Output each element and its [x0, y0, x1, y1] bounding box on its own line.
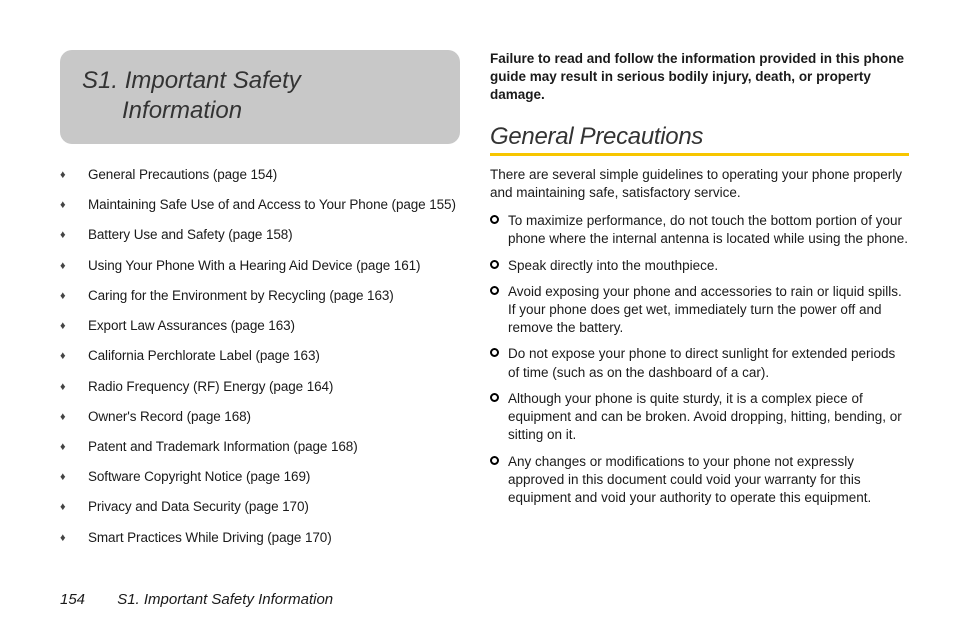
toc-item-label: California Perchlorate Label (page 163) — [88, 347, 320, 365]
toc-item: ♦General Precautions (page 154) — [60, 166, 460, 184]
diamond-bullet-icon: ♦ — [60, 196, 88, 213]
precaution-item: Speak directly into the mouthpiece. — [490, 257, 909, 275]
precaution-item: To maximize performance, do not touch th… — [490, 212, 909, 248]
diamond-bullet-icon: ♦ — [60, 408, 88, 425]
warning-text: Failure to read and follow the informati… — [490, 50, 909, 105]
ring-bullet-icon — [490, 390, 508, 402]
diamond-bullet-icon: ♦ — [60, 257, 88, 274]
precaution-item: Although your phone is quite sturdy, it … — [490, 390, 909, 445]
precaution-list: To maximize performance, do not touch th… — [490, 212, 909, 507]
diamond-bullet-icon: ♦ — [60, 378, 88, 395]
toc-item: ♦Battery Use and Safety (page 158) — [60, 226, 460, 244]
toc-item-label: Caring for the Environment by Recycling … — [88, 287, 394, 305]
toc-item: ♦Smart Practices While Driving (page 170… — [60, 529, 460, 547]
title-line-1: S1. Important Safety — [82, 67, 301, 94]
toc-item-label: Privacy and Data Security (page 170) — [88, 498, 309, 516]
table-of-contents: ♦General Precautions (page 154)♦Maintain… — [60, 166, 460, 547]
toc-item-label: Software Copyright Notice (page 169) — [88, 468, 310, 486]
toc-item: ♦Caring for the Environment by Recycling… — [60, 287, 460, 305]
diamond-bullet-icon: ♦ — [60, 468, 88, 485]
toc-item-label: Radio Frequency (RF) Energy (page 164) — [88, 378, 333, 396]
section-header: S1. Important Safety Information — [60, 50, 460, 144]
toc-item: ♦Using Your Phone With a Hearing Aid Dev… — [60, 257, 460, 275]
precaution-item: Avoid exposing your phone and accessorie… — [490, 283, 909, 338]
diamond-bullet-icon: ♦ — [60, 498, 88, 515]
toc-item: ♦Privacy and Data Security (page 170) — [60, 498, 460, 516]
diamond-bullet-icon: ♦ — [60, 529, 88, 546]
ring-bullet-icon — [490, 453, 508, 465]
ring-bullet-icon — [490, 283, 508, 295]
precaution-item: Do not expose your phone to direct sunli… — [490, 345, 909, 381]
accent-rule — [490, 153, 909, 156]
diamond-bullet-icon: ♦ — [60, 347, 88, 364]
subsection-intro: There are several simple guidelines to o… — [490, 166, 909, 202]
toc-item: ♦Export Law Assurances (page 163) — [60, 317, 460, 335]
precaution-text: Although your phone is quite sturdy, it … — [508, 390, 909, 445]
toc-item-label: Export Law Assurances (page 163) — [88, 317, 295, 335]
precaution-item: Any changes or modifications to your pho… — [490, 453, 909, 508]
precaution-text: Speak directly into the mouthpiece. — [508, 257, 718, 275]
toc-item-label: Battery Use and Safety (page 158) — [88, 226, 293, 244]
toc-item: ♦Radio Frequency (RF) Energy (page 164) — [60, 378, 460, 396]
precaution-text: Avoid exposing your phone and accessorie… — [508, 283, 909, 338]
toc-item: ♦Maintaining Safe Use of and Access to Y… — [60, 196, 460, 214]
precaution-text: Any changes or modifications to your pho… — [508, 453, 909, 508]
diamond-bullet-icon: ♦ — [60, 317, 88, 334]
title-line-2: Information — [122, 97, 242, 124]
right-column: Failure to read and follow the informati… — [490, 50, 909, 559]
section-title: S1. Important Safety Information — [82, 66, 438, 126]
toc-item-label: Owner's Record (page 168) — [88, 408, 251, 426]
diamond-bullet-icon: ♦ — [60, 438, 88, 455]
left-column: S1. Important Safety Information ♦Genera… — [60, 50, 460, 559]
toc-item: ♦Owner's Record (page 168) — [60, 408, 460, 426]
precaution-text: To maximize performance, do not touch th… — [508, 212, 909, 248]
diamond-bullet-icon: ♦ — [60, 287, 88, 304]
diamond-bullet-icon: ♦ — [60, 226, 88, 243]
toc-item-label: General Precautions (page 154) — [88, 166, 277, 184]
ring-bullet-icon — [490, 257, 508, 269]
toc-item: ♦Patent and Trademark Information (page … — [60, 438, 460, 456]
toc-item-label: Maintaining Safe Use of and Access to Yo… — [88, 196, 456, 214]
toc-item-label: Using Your Phone With a Hearing Aid Devi… — [88, 257, 420, 275]
page-footer: 154 S1. Important Safety Information — [60, 591, 333, 608]
toc-item-label: Smart Practices While Driving (page 170) — [88, 529, 332, 547]
page-content: S1. Important Safety Information ♦Genera… — [0, 0, 954, 559]
diamond-bullet-icon: ♦ — [60, 166, 88, 183]
ring-bullet-icon — [490, 212, 508, 224]
toc-item-label: Patent and Trademark Information (page 1… — [88, 438, 358, 456]
ring-bullet-icon — [490, 345, 508, 357]
subsection-title: General Precautions — [490, 123, 909, 151]
running-title: S1. Important Safety Information — [117, 591, 333, 608]
toc-item: ♦Software Copyright Notice (page 169) — [60, 468, 460, 486]
toc-item: ♦California Perchlorate Label (page 163) — [60, 347, 460, 365]
precaution-text: Do not expose your phone to direct sunli… — [508, 345, 909, 381]
page-number: 154 — [60, 591, 85, 608]
